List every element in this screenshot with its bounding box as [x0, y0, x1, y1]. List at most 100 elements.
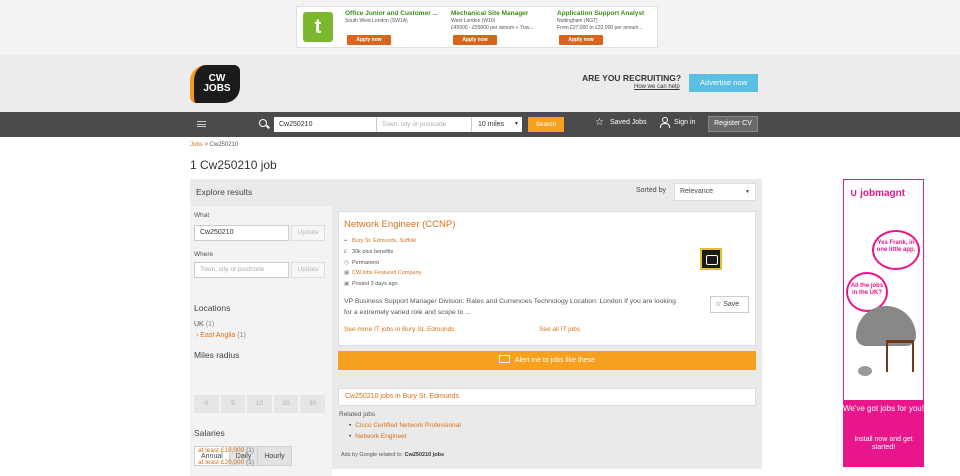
see-all-jobs-link[interactable]: See all IT jobs: [539, 326, 580, 333]
side-ad-cta: Install now and get started!: [854, 436, 913, 451]
where-input[interactable]: Town, city or postcode: [194, 262, 289, 278]
salary-filter-10k[interactable]: at least £10,000 (1): [198, 447, 254, 454]
job-salary-text: 30k plus benefits: [352, 249, 394, 255]
advertise-now-button[interactable]: Advertise now: [689, 74, 758, 92]
job-ad-banner[interactable]: t Office Junior and Customer ... South W…: [296, 6, 658, 48]
side-ad-brand: jobmagnt: [860, 188, 906, 199]
ad-job-title[interactable]: Application Support Analyst: [557, 10, 659, 17]
building-icon: ▦: [344, 270, 350, 276]
top-ad-strip: t Office Junior and Customer ... South W…: [0, 0, 960, 55]
saved-jobs-link[interactable]: Saved Jobs: [610, 119, 647, 126]
ad-job-2[interactable]: Mechanical Site Manager West London (W10…: [451, 10, 553, 48]
ad-job-title[interactable]: Mechanical Site Manager: [451, 10, 553, 17]
miles-radius-heading: Miles radius: [194, 350, 240, 360]
what-update-button[interactable]: Update: [291, 225, 325, 241]
jobmagnt-logo: ∪ jobmagnt: [850, 188, 905, 199]
caret-down-icon: ▼: [745, 189, 750, 195]
miles-radius-options: 0 5 10 20 30: [194, 395, 325, 413]
save-label: Save: [723, 301, 740, 308]
clock-icon: ◷: [344, 260, 349, 266]
job-location-link[interactable]: Bury St. Edmunds, Suffolk: [352, 238, 416, 244]
salary-label: at least £20,000: [198, 459, 245, 466]
search-button[interactable]: Search: [528, 117, 564, 132]
apply-now-button[interactable]: Apply now: [347, 35, 391, 45]
ad-job-location: South West London (SW1A): [345, 18, 408, 24]
radius-value: 10 miles: [478, 121, 505, 128]
related-job-link[interactable]: Cisco Certified Network Professional: [349, 422, 460, 429]
what-label: What: [194, 212, 210, 219]
speech-bubble: Yes Frank, in one little app.: [872, 230, 920, 270]
miles-option[interactable]: 20: [273, 395, 299, 413]
where-update-button[interactable]: Update: [291, 262, 325, 278]
salary-count: (1): [246, 447, 255, 454]
menu-icon[interactable]: [197, 121, 206, 127]
filter-sidebar: Explore results What Cw250210 Update Whe…: [190, 179, 332, 476]
ad-job-salary: £45000 - £55000 per annum + Trav...: [451, 25, 534, 31]
advertiser-logo: t: [303, 12, 333, 42]
logo-line-2: JOBS: [203, 83, 231, 94]
ad-job-title[interactable]: Office Junior and Customer ...: [345, 10, 447, 17]
location-uk-label: UK: [194, 321, 204, 328]
location-input[interactable]: [376, 117, 471, 132]
breadcrumb: Jobs > Cw250210: [190, 142, 238, 148]
job-posted-text: Posted 3 days ago: [352, 281, 398, 287]
register-cv-button[interactable]: Register CV: [708, 116, 758, 132]
keyword-input[interactable]: [274, 117, 376, 132]
sign-in-link[interactable]: Sign in: [674, 119, 695, 126]
breadcrumb-current: Cw250210: [209, 142, 239, 148]
location-uk-count: (1): [205, 321, 215, 328]
related-job-link[interactable]: Network Engineer: [349, 433, 407, 440]
job-type-text: Permanent: [352, 260, 379, 266]
radius-select[interactable]: 10 miles ▼: [471, 117, 522, 132]
where-label: Where: [194, 251, 214, 258]
related-jobs-heading: Related jobs: [339, 411, 376, 418]
star-icon[interactable]: ☆: [595, 117, 604, 128]
caret-down-icon: ▼: [514, 121, 519, 127]
site-header: [0, 55, 960, 112]
location-jobs-link[interactable]: Cw250210 jobs in Bury St. Edmunds: [338, 388, 756, 406]
explore-results-title: Explore results: [196, 187, 253, 197]
salary-filter-20k[interactable]: at least £20,000 (1): [198, 459, 254, 466]
miles-option[interactable]: 0: [194, 395, 219, 413]
ad-job-salary: From £27,000 to £32,000 per annum...: [557, 25, 643, 31]
locations-heading: Locations: [194, 303, 231, 313]
job-title-link[interactable]: Network Engineer (CCNP): [344, 219, 455, 230]
location-uk[interactable]: UK (1): [194, 321, 214, 328]
how-we-help-link[interactable]: How we can help: [634, 84, 680, 90]
tab-hourly[interactable]: Hourly: [257, 446, 292, 466]
ad-job-3[interactable]: Application Support Analyst Nottingham (…: [557, 10, 659, 48]
sort-select[interactable]: Relevance ▼: [674, 183, 756, 201]
salary-label: at least £10,000: [198, 447, 245, 454]
see-more-jobs-link[interactable]: See more IT jobs in Bury St. Edmunds: [344, 326, 454, 333]
job-alert-button[interactable]: Alert me to jobs like these: [338, 351, 756, 370]
what-input[interactable]: Cw250210: [194, 225, 289, 241]
side-ad-panel: ∪ jobmagnt Yes Frank, in one little app.…: [843, 179, 924, 401]
breadcrumb-separator: >: [204, 142, 208, 148]
apply-now-button[interactable]: Apply now: [559, 35, 603, 45]
location-ea-count: (1): [237, 332, 246, 339]
miles-option[interactable]: 30: [300, 395, 325, 413]
page-title: 1 Cw250210 job: [190, 158, 277, 172]
magnet-icon: ∪: [850, 188, 858, 199]
calendar-icon: ▣: [344, 281, 350, 287]
map-pin-icon: ⌖: [344, 238, 348, 244]
job-company-link[interactable]: CWJobs Featured Company: [352, 270, 421, 276]
user-icon[interactable]: [660, 117, 670, 128]
mouse-illustration: [858, 366, 872, 376]
miles-option[interactable]: 10: [247, 395, 272, 413]
save-job-button[interactable]: ☆ Save: [710, 296, 749, 313]
location-east-anglia[interactable]: › East Anglia (1): [196, 332, 246, 339]
breadcrumb-jobs-link[interactable]: Jobs: [190, 142, 203, 148]
job-type: ◷ Permanent: [344, 260, 379, 266]
company-logo[interactable]: [700, 248, 722, 270]
location-ea-label: East Anglia: [200, 332, 236, 339]
sort-value: Relevance: [680, 188, 714, 195]
ad-job-1[interactable]: Office Junior and Customer ... South Wes…: [345, 10, 447, 48]
miles-option[interactable]: 5: [220, 395, 246, 413]
salary-count: (1): [246, 459, 255, 466]
cwjobs-logo[interactable]: CW JOBS: [190, 65, 240, 103]
salaries-heading: Salaries: [194, 428, 225, 438]
filter-panel: What Cw250210 Update Where Town, city or…: [190, 206, 332, 476]
jobmagnt-side-ad[interactable]: ∪ jobmagnt Yes Frank, in one little app.…: [843, 179, 924, 467]
apply-now-button[interactable]: Apply now: [453, 35, 497, 45]
